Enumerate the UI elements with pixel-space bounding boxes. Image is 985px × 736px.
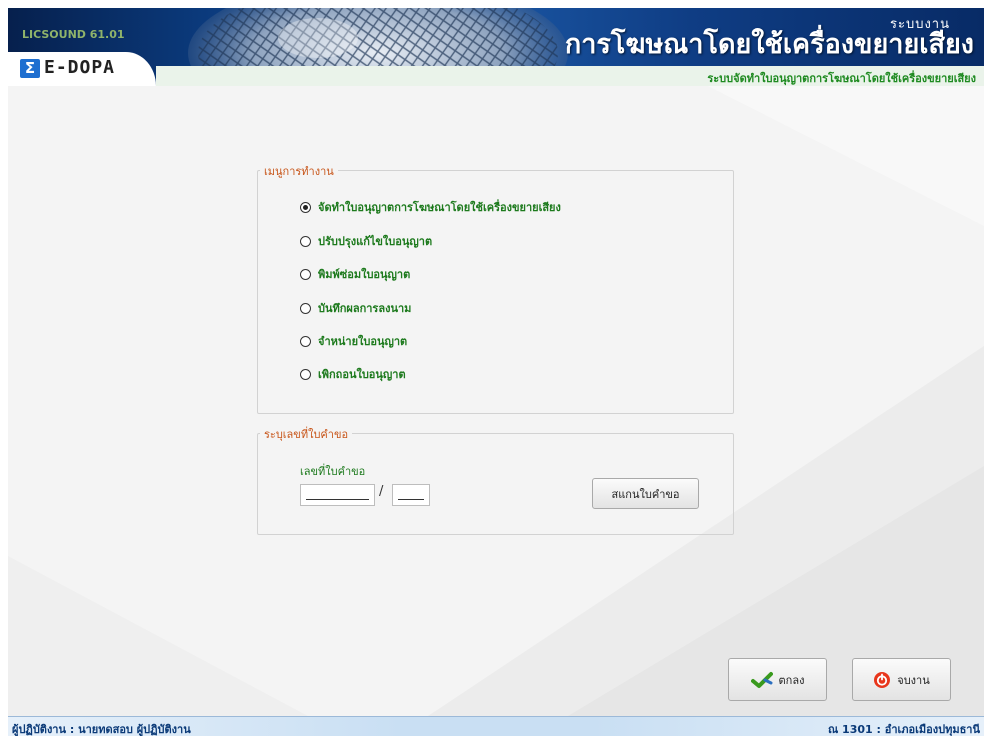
scan-request-button[interactable]: สแกนใบคำขอ — [592, 478, 699, 509]
checkmark-icon — [750, 671, 773, 689]
radio-button[interactable] — [300, 335, 311, 347]
request-number-label: เลขที่ใบคำขอ — [300, 465, 366, 478]
request-number-input[interactable] — [300, 484, 375, 506]
app-header: LICSOUND 61.01 ระบบงาน การโฆษณาโดยใช้เคร… — [8, 8, 984, 86]
radio-record-signature[interactable]: บันทึกผลการลงนาม — [300, 299, 411, 317]
radio-button[interactable] — [300, 268, 311, 280]
request-legend: ระบุเลขที่ใบคำขอ — [260, 425, 353, 443]
request-number-groupbox: ระบุเลขที่ใบคำขอ เลขที่ใบคำขอ / สแกนใบคำ… — [257, 425, 734, 535]
radio-button[interactable] — [300, 302, 311, 314]
app-title: การโฆษณาโดยใช้เครื่องขยายเสียง — [564, 29, 974, 60]
radio-label: จำหน่ายใบอนุญาต — [318, 335, 408, 348]
radio-button[interactable] — [300, 235, 311, 247]
status-bar: ผู้ปฏิบัติงาน : นายทดสอบ ผู้ปฏิบัติงาน ณ… — [8, 716, 984, 736]
edopa-logo: Σ E-DOPA — [8, 52, 156, 86]
exit-button[interactable]: จบงาน — [852, 658, 951, 701]
app-window: LICSOUND 61.01 ระบบงาน การโฆษณาโดยใช้เคร… — [8, 8, 984, 736]
sigma-icon: Σ — [20, 59, 40, 78]
radio-revoke-license[interactable]: เพิกถอนใบอนุญาต — [300, 365, 406, 383]
radio-label: บันทึกผลการลงนาม — [318, 302, 412, 315]
radio-button[interactable] — [300, 201, 311, 213]
status-user: ผู้ปฏิบัติงาน : นายทดสอบ ผู้ปฏิบัติงาน — [12, 723, 191, 736]
radio-dispose-license[interactable]: จำหน่ายใบอนุญาต — [300, 332, 407, 350]
ok-label: ตกลง — [778, 673, 805, 687]
request-year-input[interactable] — [392, 484, 430, 506]
menu-legend: เมนูการทำงาน — [260, 162, 338, 180]
radio-label: เพิกถอนใบอนุญาต — [318, 368, 406, 381]
separator: / — [379, 484, 384, 499]
ok-button[interactable]: ตกลง — [728, 658, 827, 701]
radio-edit-license[interactable]: ปรับปรุงแก้ไขใบอนุญาต — [300, 232, 432, 250]
radio-button[interactable] — [300, 368, 311, 380]
logo-text: E-DOPA — [44, 57, 116, 78]
status-office: ณ 1301 : อำเภอเมืองปทุมธานี — [828, 723, 980, 736]
power-icon — [873, 671, 891, 689]
radio-reprint-license[interactable]: พิมพ์ซ่อมใบอนุญาต — [300, 265, 410, 283]
radio-create-license[interactable]: จัดทำใบอนุญาตการโฆษณาโดยใช้เครื่องขยายเส… — [300, 198, 561, 216]
menu-groupbox: เมนูการทำงาน จัดทำใบอนุญาตการโฆษณาโดยใช้… — [257, 162, 734, 414]
radio-label: จัดทำใบอนุญาตการโฆษณาโดยใช้เครื่องขยายเส… — [318, 201, 561, 214]
radio-label: พิมพ์ซ่อมใบอนุญาต — [318, 268, 411, 281]
app-subtitle: ระบบจัดทำใบอนุญาตการโฆษณาโดยใช้เครื่องขย… — [707, 72, 976, 85]
subtitle-bar: ระบบจัดทำใบอนุญาตการโฆษณาโดยใช้เครื่องขย… — [156, 66, 984, 86]
app-version: LICSOUND 61.01 — [22, 28, 125, 41]
exit-label: จบงาน — [897, 673, 930, 687]
radio-label: ปรับปรุงแก้ไขใบอนุญาต — [318, 235, 433, 248]
